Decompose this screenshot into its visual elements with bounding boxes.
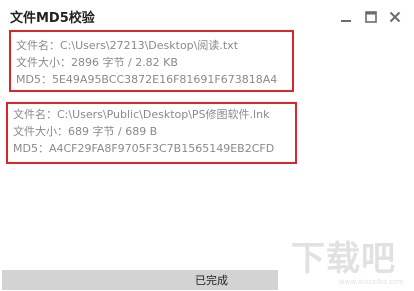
file-name-label: 文件名：	[16, 39, 60, 52]
md5-label: MD5：	[13, 142, 49, 155]
window-title: 文件MD5校验	[10, 11, 95, 26]
minimize-button[interactable]	[337, 8, 355, 26]
file-name-value: C:\Users\27213\Desktop\阅读.txt	[60, 39, 239, 52]
svg-text:下载吧: 下载吧	[291, 239, 396, 279]
md5-row: MD5：5E49A95BCC3872E16F81691F673818A4	[16, 72, 277, 87]
file-size-label: 文件大小：	[16, 56, 71, 69]
file-size-row: 文件大小：689 字节 / 689 B	[13, 124, 157, 139]
md5-window: 文件MD5校验 文件名：C:\Users\27213\Desktop\阅读.tx…	[0, 0, 414, 291]
maximize-button[interactable]	[362, 8, 380, 26]
file-name-value: C:\Users\Public\Desktop\PS修图软件.lnk	[57, 108, 270, 121]
close-icon	[389, 11, 401, 23]
file-size-value: 2896 字节 / 2.82 KB	[71, 56, 178, 69]
close-button[interactable]	[386, 8, 404, 26]
svg-text:www.xiazaiba.com: www.xiazaiba.com	[339, 278, 404, 286]
file-size-row: 文件大小：2896 字节 / 2.82 KB	[16, 55, 178, 70]
watermark-logo: 下载吧 www.xiazaiba.com	[291, 239, 404, 286]
progress-bar	[2, 270, 278, 290]
file-info-box: 文件名：C:\Users\27213\Desktop\阅读.txt 文件大小：2…	[9, 30, 294, 92]
md5-value: A4CF29FA8F9705F3C7B1565149EB2CFD	[48, 142, 275, 155]
file-size-value: 689 字节 / 689 B	[68, 125, 158, 138]
minimize-icon	[341, 20, 351, 22]
file-name-row: 文件名：C:\Users\27213\Desktop\阅读.txt	[16, 38, 238, 53]
file-size-label: 文件大小：	[13, 125, 68, 138]
md5-row: MD5：A4CF29FA8F9705F3C7B1565149EB2CFD	[13, 141, 274, 156]
status-text: 已完成	[195, 274, 228, 287]
maximize-icon	[365, 11, 377, 23]
file-name-row: 文件名：C:\Users\Public\Desktop\PS修图软件.lnk	[13, 107, 269, 122]
md5-label: MD5：	[16, 73, 52, 86]
file-info-box: 文件名：C:\Users\Public\Desktop\PS修图软件.lnk 文…	[6, 102, 297, 164]
md5-value: 5E49A95BCC3872E16F81691F673818A4	[51, 73, 278, 86]
title-bar: 文件MD5校验	[0, 0, 414, 32]
file-name-label: 文件名：	[13, 108, 57, 121]
